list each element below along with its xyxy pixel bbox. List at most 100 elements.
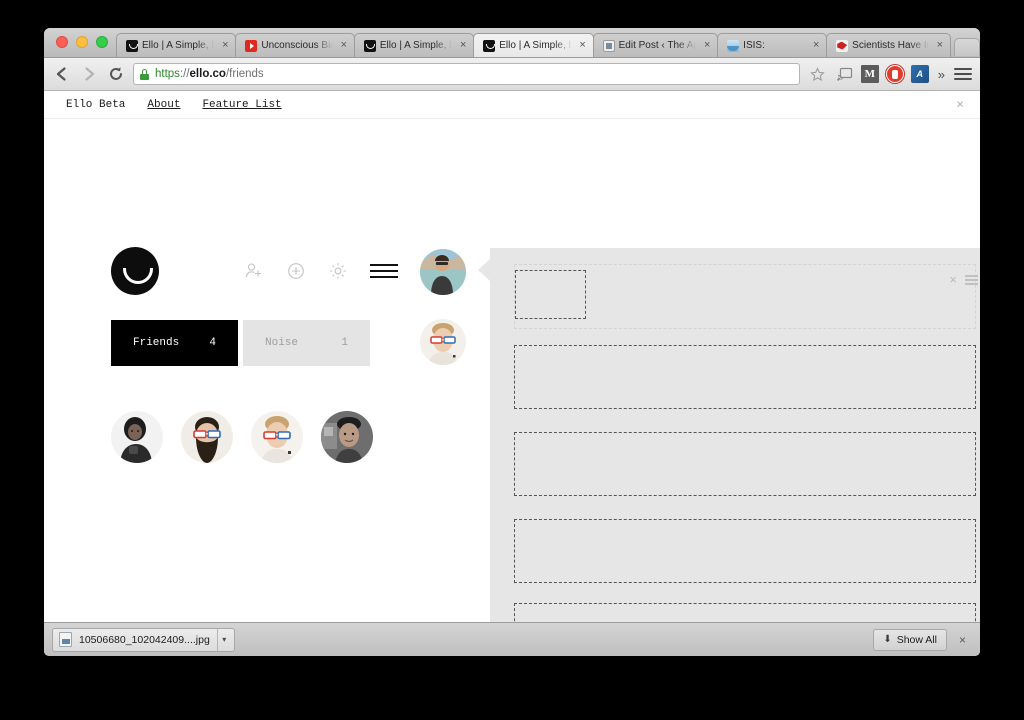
download-bar-close-icon[interactable]: × <box>957 633 968 647</box>
ello-action-icon-row <box>244 261 398 281</box>
friend-avatar-1[interactable] <box>111 411 163 463</box>
stream-tab-label: Friends <box>133 337 180 349</box>
window-traffic-lights <box>50 28 116 57</box>
avatar-image <box>420 319 466 365</box>
avatar-image <box>321 411 373 463</box>
browser-tab-3[interactable]: Ello | A Simple, be × <box>353 33 475 57</box>
close-icon[interactable]: × <box>949 273 957 286</box>
tab-title: Scientists Have Inv <box>852 40 929 51</box>
tab-close-icon[interactable]: × <box>457 39 469 52</box>
bookmark-star-icon[interactable] <box>807 63 829 85</box>
friend-avatar-4[interactable] <box>321 411 373 463</box>
placeholder-box-5[interactable] <box>514 603 976 623</box>
browser-tab-6[interactable]: ISIS: × <box>717 33 828 57</box>
cast-icon[interactable] <box>836 65 854 83</box>
friend-avatar-list <box>111 411 373 463</box>
list-icon[interactable] <box>965 274 978 285</box>
blue-extension-icon[interactable]: A <box>910 65 929 83</box>
placeholder-box-2[interactable] <box>514 345 976 409</box>
file-icon <box>59 632 72 647</box>
gear-icon[interactable] <box>328 261 348 281</box>
stream-tab-label: Noise <box>265 337 299 349</box>
chrome-menu-icon[interactable] <box>954 65 972 83</box>
url-scheme: https <box>155 68 180 80</box>
ello-logo-icon[interactable] <box>111 247 159 295</box>
show-all-label: Show All <box>896 633 937 646</box>
download-bar-right: ⬇ Show All × <box>873 628 968 651</box>
ello-icon <box>483 39 496 52</box>
stream-tab-noise[interactable]: Noise 1 <box>243 320 370 366</box>
tab-title: Edit Post ‹ The App <box>618 40 697 51</box>
friend-avatar-2[interactable] <box>181 411 233 463</box>
desktop-background: Ello | A Simple, be × Unconscious Bias ×… <box>0 0 1024 720</box>
hamburger-icon[interactable] <box>370 264 398 278</box>
avatar-image <box>420 249 466 295</box>
page-viewport: Ello Beta About Feature List × Friends 4… <box>44 91 980 623</box>
url-host: ello.co <box>189 68 226 80</box>
browser-tab-1[interactable]: Ello | A Simple, be × <box>116 33 237 57</box>
youtube-icon <box>245 39 258 52</box>
ello-icon <box>126 39 138 52</box>
chevron-down-icon[interactable]: ▾ <box>216 628 231 651</box>
nav-link-feature-list[interactable]: Feature List <box>202 99 281 111</box>
adblock-icon[interactable] <box>885 65 904 83</box>
news-icon <box>836 39 849 52</box>
post-author-avatar-2[interactable] <box>420 319 466 365</box>
download-item[interactable]: 10506680_102042409....jpg ▾ <box>52 627 235 652</box>
download-arrow-icon: ⬇ <box>883 634 892 645</box>
chrome-browser-window: Ello | A Simple, be × Unconscious Bias ×… <box>44 28 980 656</box>
wordpress-icon <box>602 39 615 52</box>
tab-close-icon[interactable]: × <box>934 39 946 52</box>
add-friend-icon[interactable] <box>244 261 264 281</box>
stream-tabs: Friends 4 Noise 1 <box>111 320 370 366</box>
gmail-icon[interactable]: M <box>860 65 879 83</box>
download-bar: 10506680_102042409....jpg ▾ ⬇ Show All × <box>44 622 980 656</box>
toolbar-overflow-icon[interactable]: » <box>936 67 947 82</box>
friend-avatar-3[interactable] <box>251 411 303 463</box>
browser-tab-2[interactable]: Unconscious Bias × <box>235 33 355 57</box>
post-author-avatar-1[interactable] <box>420 249 466 295</box>
placeholder-box-1[interactable] <box>515 270 586 319</box>
address-bar[interactable]: https://ello.co/friends <box>133 63 800 85</box>
tab-strip: Ello | A Simple, be × Unconscious Bias ×… <box>44 28 980 58</box>
browser-tab-7[interactable]: Scientists Have Inv × <box>826 33 951 57</box>
close-window-button[interactable] <box>56 36 68 48</box>
tab-title: Ello | A Simple, be <box>142 40 214 51</box>
avatar-image <box>251 411 303 463</box>
tab-close-icon[interactable]: × <box>810 39 822 52</box>
minimize-window-button[interactable] <box>76 36 88 48</box>
tab-close-icon[interactable]: × <box>219 39 231 52</box>
tab-title: ISIS: <box>743 40 765 51</box>
download-file-name: 10506680_102042409....jpg <box>79 633 210 646</box>
zoom-window-button[interactable] <box>96 36 108 48</box>
tab-title: Unconscious Bias <box>261 40 333 51</box>
browser-tab-5[interactable]: Edit Post ‹ The App × <box>592 33 719 57</box>
drop-panel-tools: × <box>949 273 978 286</box>
browser-tab-4-active[interactable]: Ello | A Simple, be × <box>473 33 594 57</box>
back-arrow-icon[interactable] <box>52 64 72 84</box>
placeholder-box-4[interactable] <box>514 519 976 583</box>
avatar-image <box>111 411 163 463</box>
tab-close-icon[interactable]: × <box>701 39 713 52</box>
plus-circle-icon[interactable] <box>286 261 306 281</box>
ello-beta-bar: Ello Beta About Feature List × <box>44 91 980 119</box>
drop-panel[interactable]: × <box>490 248 980 623</box>
tab-close-icon[interactable]: × <box>338 39 350 52</box>
placeholder-box-3[interactable] <box>514 432 976 496</box>
lock-icon <box>140 68 149 80</box>
new-tab-button[interactable] <box>953 38 980 56</box>
avatar-image <box>181 411 233 463</box>
tab-close-icon[interactable]: × <box>577 39 589 52</box>
url-path: /friends <box>225 68 264 80</box>
ello-beta-brand: Ello Beta <box>66 98 126 111</box>
isis-icon <box>727 39 740 52</box>
stream-tab-count: 4 <box>209 337 216 349</box>
show-all-button[interactable]: ⬇ Show All <box>873 628 947 651</box>
nav-link-about[interactable]: About <box>147 99 180 111</box>
reload-icon[interactable] <box>106 64 126 84</box>
tab-title: Ello | A Simple, be <box>499 40 571 51</box>
stream-tab-friends[interactable]: Friends 4 <box>111 320 238 366</box>
beta-bar-close-icon[interactable]: × <box>956 98 964 111</box>
stream-tab-count: 1 <box>341 337 348 349</box>
browser-toolbar: https://ello.co/friends M A » <box>44 58 980 91</box>
